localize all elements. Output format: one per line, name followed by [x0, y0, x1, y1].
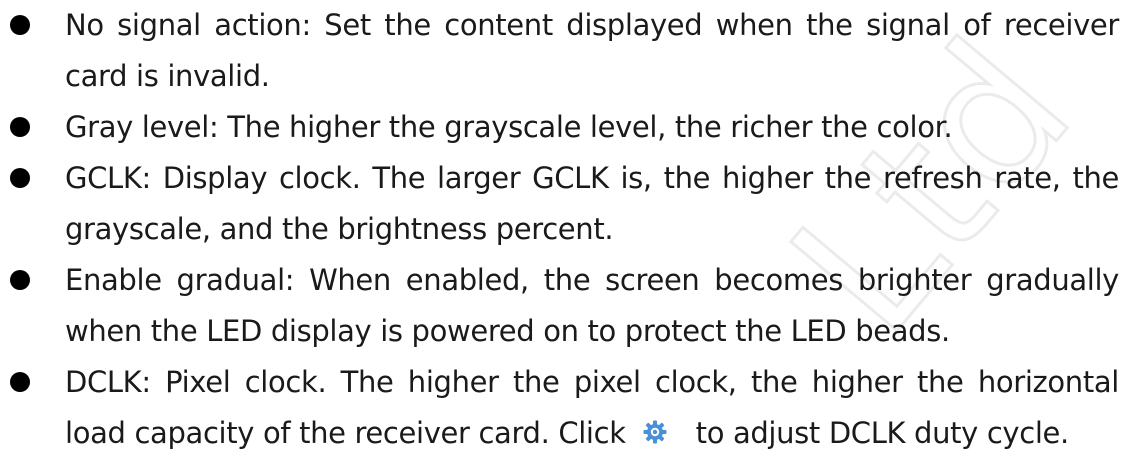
bullet-dot: [10, 168, 30, 188]
bullet-item-enable-gradual: Enable gradual: When enabled, the screen…: [0, 255, 1123, 357]
bullet-item-dclk: DCLK: Pixel clock. The higher the pixel …: [0, 357, 1123, 459]
bullet-dot: [10, 117, 30, 137]
gear-settings-icon[interactable]: [642, 419, 668, 445]
bullet-list: No signal action: Set the content displa…: [0, 0, 1123, 459]
bullet-text: Enable gradual: When enabled, the screen…: [65, 263, 1119, 348]
bullet-item-gray-level: Gray level: The higher the grayscale lev…: [0, 102, 1123, 153]
bullet-item-no-signal-action: No signal action: Set the content displa…: [0, 0, 1123, 102]
bullet-dot: [10, 15, 30, 35]
bullet-dot: [10, 270, 30, 290]
bullet-text: GCLK: Display clock. The larger GCLK is,…: [65, 161, 1119, 246]
bullet-text: No signal action: Set the content displa…: [65, 8, 1119, 93]
bullet-dot: [10, 372, 30, 392]
bullet-item-gclk: GCLK: Display clock. The larger GCLK is,…: [0, 153, 1123, 255]
bullet-text-after-icon: to adjust DCLK duty cycle.: [695, 416, 1070, 450]
bullet-text: Gray level: The higher the grayscale lev…: [65, 110, 953, 144]
